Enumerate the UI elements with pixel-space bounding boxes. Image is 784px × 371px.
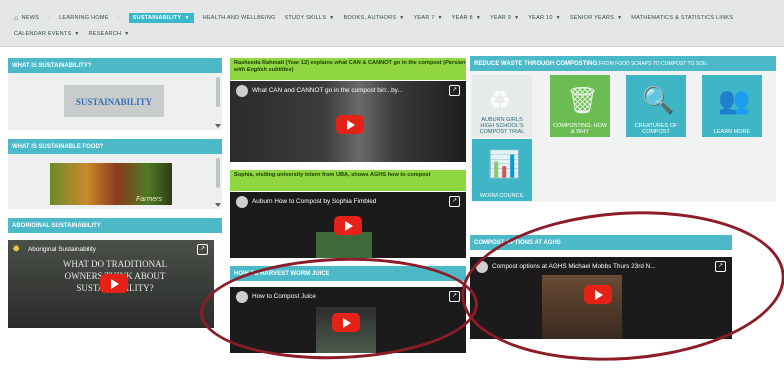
chevron-down-icon: ▼	[617, 15, 623, 21]
tile-label: Auburn Girls High School's Compost Trial	[479, 117, 525, 135]
aboriginal-sustainability-header: Aboriginal sustainability	[8, 218, 222, 233]
nav-item-calendar-events[interactable]: Calendar Events ▼	[14, 31, 80, 37]
video-title[interactable]: Auburn How to Compost by Sophia Fimbled	[252, 198, 376, 205]
header-name: Rasheeda Rahmati	[234, 60, 285, 66]
tile-creatures-of-compost[interactable]: 🔍 Creatures of compost	[626, 75, 686, 137]
chevron-down-icon: ▼	[184, 15, 190, 21]
rasheeda-compost-video[interactable]: What CAN and CANNOT go in the compost bi…	[230, 81, 466, 162]
what-is-sustainability-header: What is sustainability?	[8, 58, 222, 73]
presentation-icon: 📊	[488, 149, 521, 179]
chevron-down-icon: ▼	[514, 15, 520, 21]
header-text: (Year 12) explains what CAN & CANNOT go …	[284, 60, 446, 66]
scrollbar[interactable]	[216, 77, 220, 107]
nav-separator: -	[48, 15, 51, 21]
nav-row-2: Calendar Events ▼ Research ▼	[14, 31, 129, 37]
tile-worm-council[interactable]: 📊 Worm council	[472, 139, 532, 201]
video-people-icon: 👥	[718, 85, 751, 115]
nav-item-label: Senior Years	[569, 15, 615, 21]
tile-label: Worm council	[479, 193, 525, 199]
nav-item-label: Calendar Events	[14, 31, 72, 37]
tile-learn-more[interactable]: 👥 Learn more	[702, 75, 762, 137]
nav-item-label: Books, Authors	[343, 15, 397, 21]
sun-logo-icon: ✹	[12, 244, 21, 255]
nav-item-research[interactable]: Research ▼	[89, 31, 130, 37]
nav-item-senior-years[interactable]: Senior Years ▼	[570, 15, 622, 21]
nav-item-label: Study Skills	[284, 15, 327, 21]
scroll-down-arrow-icon[interactable]	[215, 124, 221, 128]
channel-avatar[interactable]	[236, 85, 248, 97]
reduce-waste-title: Reduce waste through composting:	[474, 60, 600, 67]
sustainability-image-text: SUSTAINABILITY	[75, 97, 153, 107]
what-is-sustainable-food-header: What is sustainable food?	[8, 139, 222, 154]
rasheeda-card-header: Rasheeda Rahmati (Year 12) explains what…	[230, 58, 466, 80]
nav-item-label: Research	[88, 31, 122, 37]
chevron-down-icon: ▼	[437, 15, 443, 21]
vegetables-image[interactable]: Farmers	[50, 163, 172, 205]
play-button-icon[interactable]	[334, 216, 362, 235]
tile-composting-how-why[interactable]: 🗑 Composting: how & why	[550, 75, 610, 137]
nav-item-sustainability[interactable]: Sustainability ▼	[128, 13, 194, 23]
chevron-down-icon: ▼	[475, 15, 481, 21]
magnifier-icon: 🔍	[642, 85, 675, 115]
share-icon[interactable]: ↗	[197, 244, 208, 255]
share-icon[interactable]: ↗	[449, 196, 460, 207]
sustainability-image-panel: SUSTAINABILITY	[8, 73, 222, 130]
nav-item-year-10[interactable]: Year 10 ▼	[528, 15, 561, 21]
annotation-circle-compost-options	[456, 200, 784, 371]
nav-item-mathematics-statistics-links[interactable]: Mathematics & Statistics Links	[631, 15, 733, 21]
home-icon: ⌂	[14, 14, 19, 22]
scroll-down-arrow-icon[interactable]	[215, 203, 221, 207]
scrollbar[interactable]	[216, 158, 220, 188]
sophia-compost-video[interactable]: Auburn How to Compost by Sophia Fimbled …	[230, 192, 466, 258]
nav-item-news[interactable]: ⌂ News	[14, 15, 39, 22]
nav-item-health-and-wellbeing[interactable]: Health and Wellbeing	[203, 15, 276, 21]
nav-item-study-skills[interactable]: Study Skills ▼	[285, 15, 335, 21]
aboriginal-sustainability-video[interactable]: ✹ Aboriginal Sustainability ↗ WHAT DO TR…	[8, 240, 214, 328]
tile-label: Learn more	[713, 129, 751, 135]
chevron-down-icon: ▼	[329, 15, 335, 21]
tile-label: Composting: how & why	[552, 123, 608, 135]
nav-item-label: Learning Home	[59, 15, 109, 21]
nav-item-learning-home[interactable]: Learning Home	[59, 15, 109, 21]
nav-item-year-7[interactable]: Year 7 ▼	[413, 15, 442, 21]
tile-label: Creatures of compost	[634, 123, 678, 135]
reduce-waste-panel: Reduce waste through composting: from fo…	[470, 56, 776, 202]
nav-row-1: ⌂ News - Learning Home - Sustainability ▼ Healt…	[14, 13, 733, 23]
bin-icon: 🗑	[566, 85, 600, 115]
sophia-card-header: Sophia, visiting university intern from …	[230, 170, 466, 191]
reduce-waste-header: Reduce waste through composting: from fo…	[470, 56, 776, 71]
food-image-panel: Farmers	[8, 154, 222, 209]
nav-item-books-authors[interactable]: Books, Authors ▼	[343, 15, 404, 21]
sustainability-image[interactable]: SUSTAINABILITY	[64, 85, 164, 117]
video-title[interactable]: What CAN and CANNOT go in the compost bi…	[252, 87, 403, 94]
food-image-text: Farmers	[135, 196, 162, 203]
compost-bin-scene	[316, 232, 372, 258]
channel-avatar[interactable]	[236, 196, 248, 208]
nav-item-label: News	[21, 15, 40, 21]
nav-item-label: Year 9	[489, 15, 512, 21]
nav-separator: -	[117, 15, 120, 21]
top-navigation: ⌂ News - Learning Home - Sustainability ▼ Healt…	[0, 0, 784, 47]
nav-item-label: Year 7	[413, 15, 435, 21]
nav-item-label: Health and Wellbeing	[202, 15, 276, 21]
chevron-down-icon: ▼	[74, 31, 80, 37]
header-end: )	[291, 67, 294, 73]
tile-auburn-girls-high-school-s-compost-trial[interactable]: ♻ Auburn Girls High School's Compost Tria…	[472, 75, 532, 137]
reduce-waste-subtitle: from food scraps to compost to soil	[599, 60, 708, 67]
chevron-down-icon: ▼	[399, 15, 405, 21]
nav-item-label: Mathematics & Statistics Links	[631, 15, 734, 21]
video-title[interactable]: Aboriginal Sustainability	[28, 246, 96, 253]
nav-item-year-9[interactable]: Year 9 ▼	[490, 15, 519, 21]
play-button-icon[interactable]	[336, 115, 364, 134]
nav-item-label: Year 10	[528, 15, 553, 21]
nav-item-label: Year 8	[451, 15, 473, 21]
share-icon[interactable]: ↗	[449, 85, 460, 96]
nav-item-year-8[interactable]: Year 8 ▼	[452, 15, 481, 21]
nav-item-label: Sustainability	[132, 15, 182, 21]
logo-icon: ♻	[488, 85, 512, 115]
play-button-icon[interactable]	[100, 274, 128, 293]
chevron-down-icon: ▼	[555, 15, 561, 21]
chevron-down-icon: ▼	[124, 31, 130, 37]
